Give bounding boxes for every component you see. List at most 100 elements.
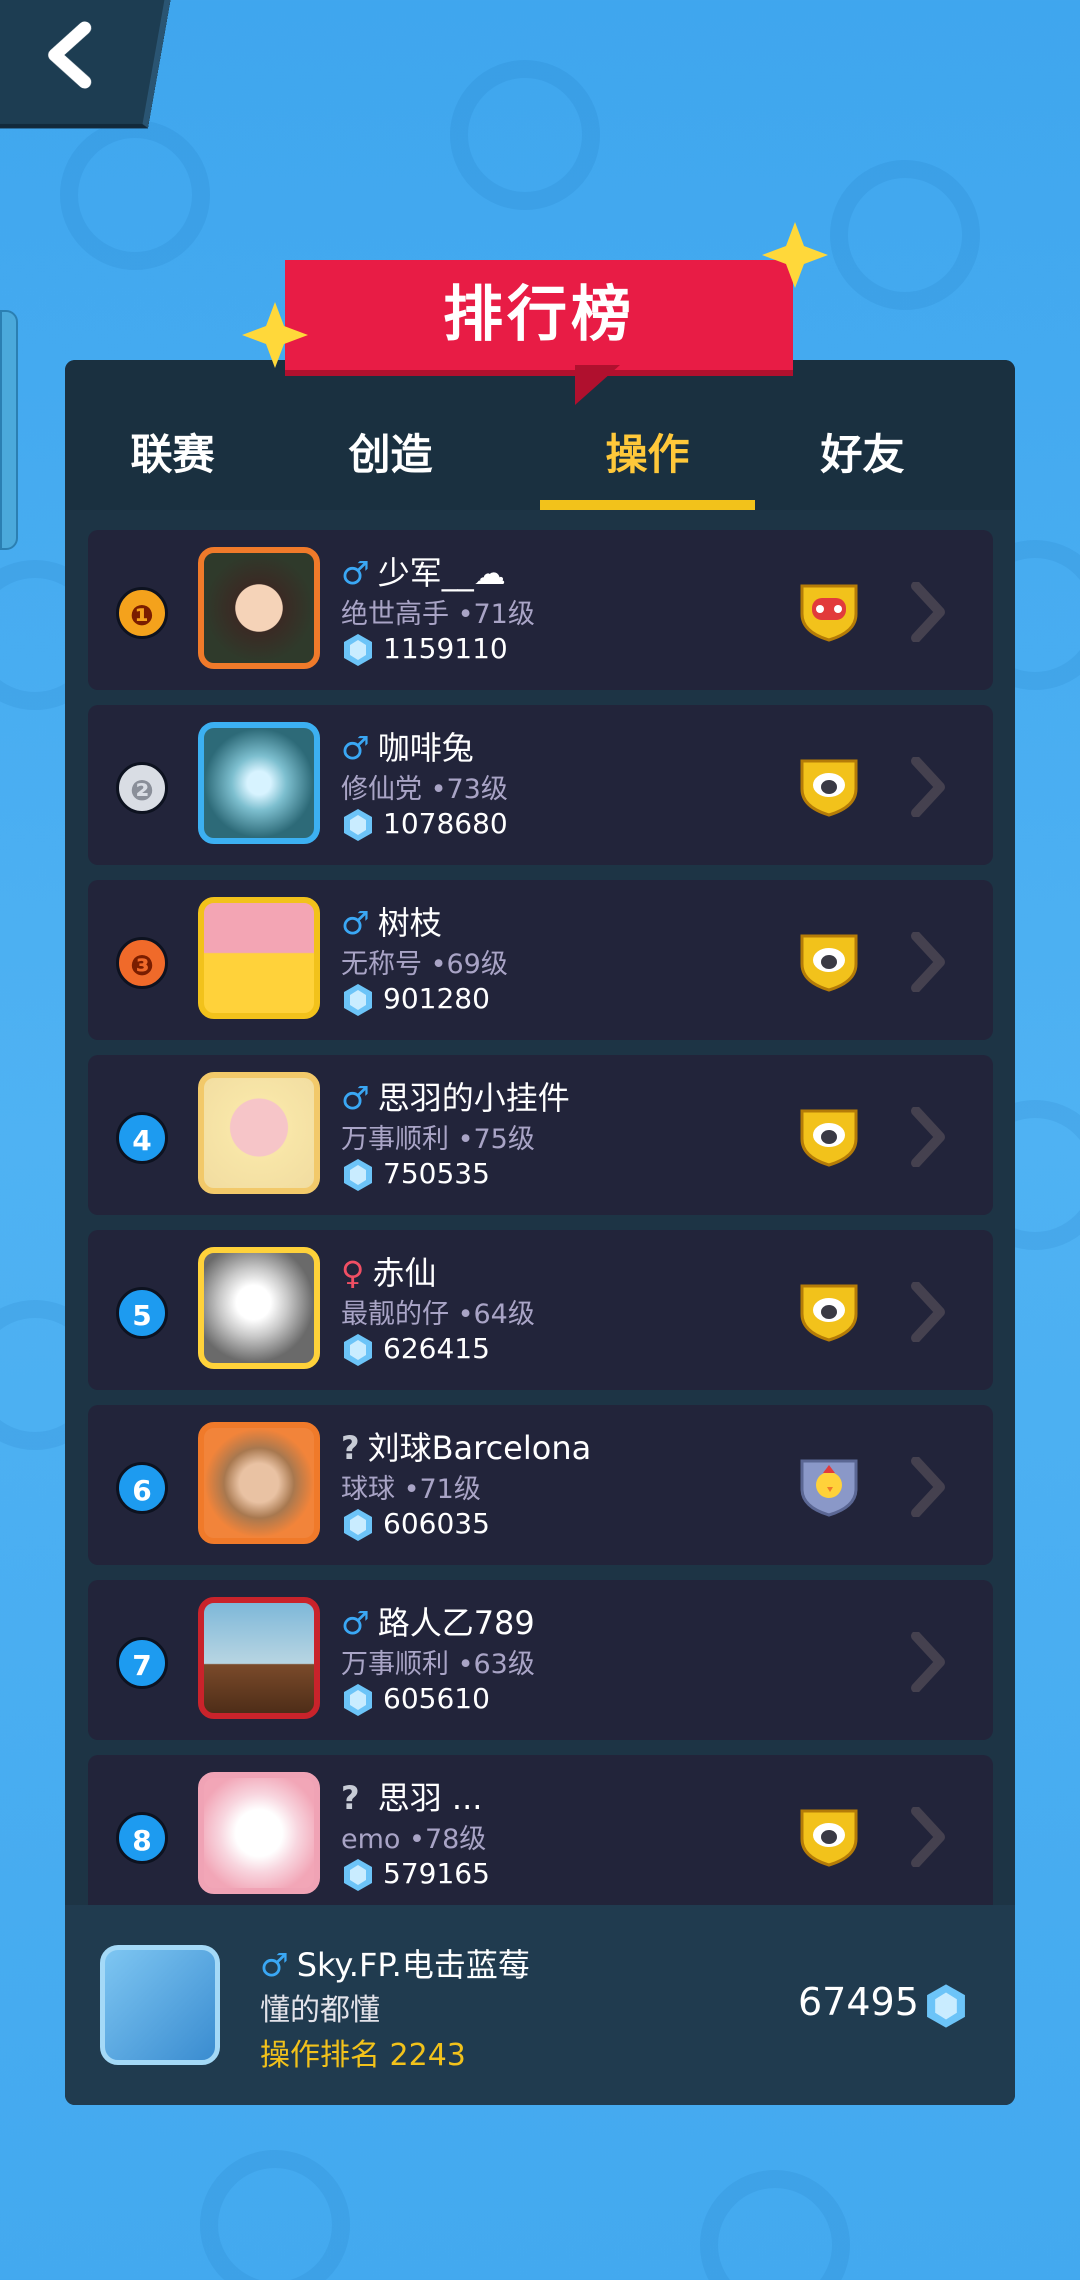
player-name: 思羽 ...: [367, 1779, 483, 1817]
male-icon: ♂: [341, 904, 370, 942]
star-icon: [762, 222, 828, 288]
leaderboard-row[interactable]: 4 ♂ 思羽的小挂件 万事顺利 •75级 750535: [88, 1055, 993, 1215]
player-score-line: 901280: [341, 982, 490, 1017]
player-title: 修仙党 •73级: [341, 774, 508, 805]
player-score-line: 750535: [341, 1157, 490, 1192]
gem-icon: [344, 1509, 372, 1541]
player-title: 最靓的仔 •64级: [341, 1299, 535, 1330]
chevron-right-icon[interactable]: [908, 1457, 948, 1517]
back-button[interactable]: [0, 0, 173, 128]
chevron-right-icon[interactable]: [908, 1107, 948, 1167]
leaderboard-row[interactable]: ❷ ♂ 咖啡兔 修仙党 •73级 1078680: [88, 705, 993, 865]
male-icon: ♂: [341, 1604, 370, 1642]
gem-icon: [344, 1159, 372, 1191]
player-score: 901280: [383, 982, 490, 1015]
page-title: 排行榜: [443, 280, 635, 350]
my-avatar[interactable]: [100, 1945, 220, 2065]
unknown-gender-icon: ?: [341, 1429, 360, 1467]
chevron-right-icon[interactable]: [908, 757, 948, 817]
player-title: 万事顺利 •63级: [341, 1649, 535, 1680]
player-score: 750535: [383, 1157, 490, 1190]
rank-badge: ❷: [116, 762, 168, 814]
chevron-left-icon: [48, 21, 92, 89]
leaderboard-list[interactable]: ❶ ♂ 少军__☁ 绝世高手 •71级 1159110 ❷ ♂ 咖啡兔 修仙党 •7…: [65, 530, 1015, 2105]
page-title-banner: 排行榜: [285, 260, 793, 370]
avatar[interactable]: [198, 1597, 320, 1719]
tab-active-indicator: [540, 500, 755, 510]
player-title: 绝世高手 •71级: [341, 599, 535, 630]
my-name: Sky.FP.电击蓝莓: [296, 1946, 530, 1984]
chevron-right-icon[interactable]: [908, 1632, 948, 1692]
gem-icon: [344, 1859, 372, 1891]
avatar[interactable]: [198, 547, 320, 669]
my-rank-footer[interactable]: ♂ Sky.FP.电击蓝莓 懂的都懂 操作排名 2243 67495: [65, 1905, 1015, 2105]
avatar[interactable]: [198, 1072, 320, 1194]
chevron-right-icon[interactable]: [908, 582, 948, 642]
male-icon: ♂: [341, 554, 370, 592]
gem-icon: [344, 984, 372, 1016]
male-icon: ♂: [341, 1079, 370, 1117]
tab-bar: 联赛 创造 操作 好友: [65, 360, 1015, 510]
side-drawer-tab[interactable]: [0, 310, 18, 550]
sheep-shield-icon: [800, 1809, 858, 1867]
rank-badge: ❶: [116, 587, 168, 639]
player-score-line: 626415: [341, 1332, 490, 1367]
avatar[interactable]: [198, 897, 320, 1019]
player-score-line: 1078680: [341, 807, 508, 842]
player-name: 少军__☁: [377, 554, 506, 592]
player-name-line: ♂ 咖啡兔: [341, 723, 474, 769]
player-name-line: ♂ 思羽的小挂件: [341, 1073, 570, 1119]
tab-operation[interactable]: 操作: [540, 415, 755, 495]
player-name: 思羽的小挂件: [377, 1079, 570, 1117]
sheep-shield-icon: [800, 759, 858, 817]
player-name-line: ♂ 树枝: [341, 898, 442, 944]
player-score: 606035: [383, 1507, 490, 1540]
leaderboard-row[interactable]: 7 ♂ 路人乙789 万事顺利 •63级 605610: [88, 1580, 993, 1740]
player-name-line: ♀ 赤仙: [341, 1248, 436, 1294]
my-name-line: ♂ Sky.FP.电击蓝莓: [260, 1940, 530, 1986]
player-name: 刘球Barcelona: [367, 1429, 592, 1467]
avatar[interactable]: [198, 722, 320, 844]
unknown-gender-icon: ?: [341, 1779, 360, 1817]
player-title: 万事顺利 •75级: [341, 1124, 535, 1155]
player-score: 1159110: [383, 632, 508, 665]
avatar[interactable]: [198, 1422, 320, 1544]
player-score-line: 579165: [341, 1857, 490, 1892]
male-icon: ♂: [341, 729, 370, 767]
rank-badge: 6: [116, 1462, 168, 1514]
player-title: 球球 •71级: [341, 1474, 481, 1505]
player-score: 605610: [383, 1682, 490, 1715]
gem-icon: [344, 1684, 372, 1716]
rank-badge: 7: [116, 1637, 168, 1689]
player-score-line: 605610: [341, 1682, 490, 1717]
player-score: 579165: [383, 1857, 490, 1890]
player-score: 1078680: [383, 807, 508, 840]
gamepad-shield-icon: [800, 584, 858, 642]
leaderboard-row[interactable]: 8 ? 思羽 ... emo •78级 579165: [88, 1755, 993, 1915]
my-title: 懂的都懂: [260, 1993, 380, 2028]
player-name-line: ? 思羽 ...: [341, 1773, 482, 1819]
leaderboard-row[interactable]: 6 ? 刘球Barcelona 球球 •71级 606035: [88, 1405, 993, 1565]
player-title: 无称号 •69级: [341, 949, 508, 980]
female-icon: ♀: [341, 1254, 365, 1292]
star-icon: [242, 302, 308, 368]
rank-badge: 5: [116, 1287, 168, 1339]
player-name-line: ? 刘球Barcelona: [341, 1423, 591, 1469]
tab-friends[interactable]: 好友: [755, 415, 970, 495]
rank-badge: 4: [116, 1112, 168, 1164]
avatar[interactable]: [198, 1772, 320, 1894]
tab-league[interactable]: 联赛: [65, 415, 280, 495]
player-name-line: ♂ 路人乙789: [341, 1598, 535, 1644]
banner-notch: [575, 365, 620, 405]
leaderboard-row[interactable]: ❶ ♂ 少军__☁ 绝世高手 •71级 1159110: [88, 530, 993, 690]
leaderboard-panel: 联赛 创造 操作 好友 ❶ ♂ 少军__☁ 绝世高手 •71级 1159110 ❷…: [65, 360, 1015, 2105]
player-score-line: 606035: [341, 1507, 490, 1542]
chevron-right-icon[interactable]: [908, 1282, 948, 1342]
tab-create[interactable]: 创造: [283, 415, 498, 495]
rank-badge: ❸: [116, 937, 168, 989]
leaderboard-row[interactable]: ❸ ♂ 树枝 无称号 •69级 901280: [88, 880, 993, 1040]
chevron-right-icon[interactable]: [908, 932, 948, 992]
chevron-right-icon[interactable]: [908, 1807, 948, 1867]
leaderboard-row[interactable]: 5 ♀ 赤仙 最靓的仔 •64级 626415: [88, 1230, 993, 1390]
avatar[interactable]: [198, 1247, 320, 1369]
